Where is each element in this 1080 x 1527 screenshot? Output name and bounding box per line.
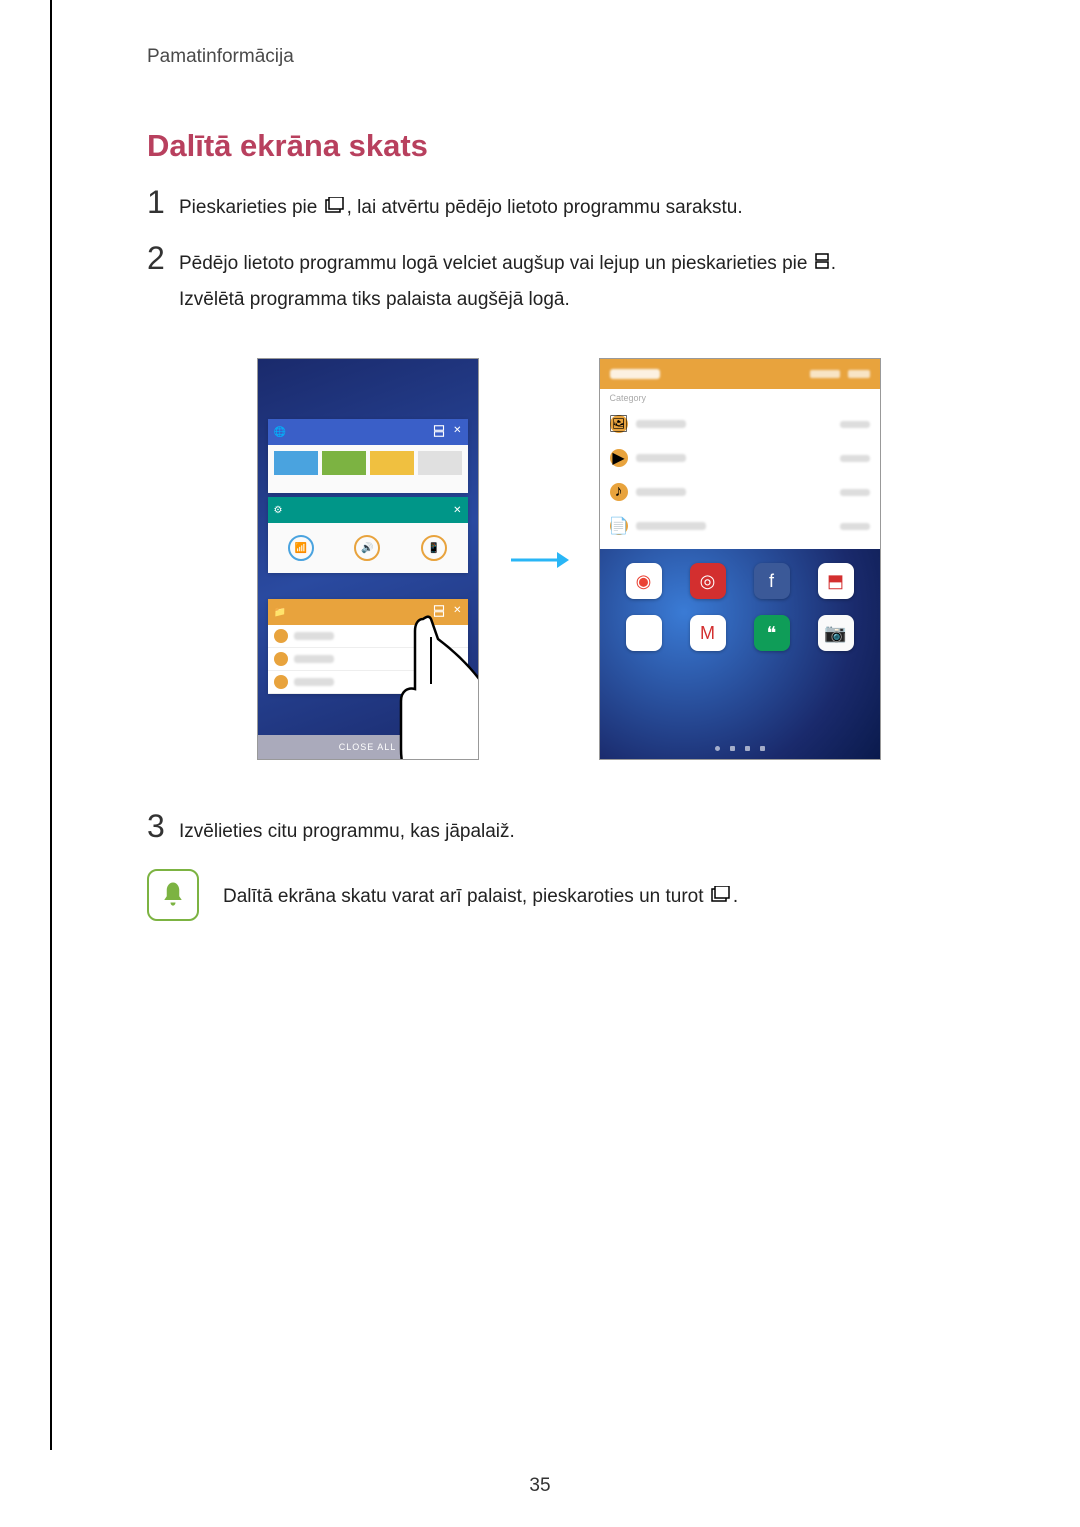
app-icon: ◎	[690, 563, 726, 599]
step-2-line1-prefix: Pēdējo lietoto programmu logā velciet au…	[179, 253, 813, 274]
figure-phone-split-view: Category 🖼 ▶ ♪ 📄 ◉ ◎ f ⬒ 🖼 M ❝ 📷	[599, 358, 881, 760]
step-number: 2	[147, 242, 179, 274]
step-1-suffix: , lai atvērtu pēdējo lietoto programmu s…	[347, 197, 743, 218]
sound-icon: 🔊	[354, 535, 380, 561]
video-icon: ▶	[610, 449, 628, 467]
app-icon: ⬒	[818, 563, 854, 599]
step-1: 1 Pieskarieties pie , lai atvērtu pēdējo…	[147, 186, 990, 226]
close-icon: ✕	[453, 425, 461, 440]
split-window-icon	[433, 425, 445, 440]
split-window-icon	[815, 246, 829, 282]
gmail-icon: M	[690, 615, 726, 651]
instagram-icon: 📷	[818, 615, 854, 651]
breadcrumb: Pamatinformācija	[147, 46, 990, 68]
step-number: 1	[147, 186, 179, 218]
image-icon: 🖼	[610, 415, 628, 433]
close-icon: ✕	[453, 505, 461, 516]
arrow-right-icon	[509, 537, 569, 582]
instruction-figure: 🌐 ✕ ⚙ ✕	[147, 358, 990, 760]
step-3: 3 Izvēlieties citu programmu, kas jāpala…	[147, 810, 990, 850]
chrome-icon: ◉	[626, 563, 662, 599]
folder-icon: 📁	[274, 607, 286, 618]
note-text: Dalītā ekrāna skatu varat arī palaist, p…	[223, 869, 738, 915]
recent-apps-icon	[325, 190, 345, 226]
step-text: Izvēlieties citu programmu, kas jāpalaiž…	[179, 810, 515, 850]
step-2-line2: Izvēlētā programma tiks palaista augšējā…	[179, 289, 570, 310]
step-2-line1-suffix: .	[831, 253, 836, 274]
category-label: Category	[600, 389, 880, 407]
page-number: 35	[0, 1475, 1080, 1497]
note-suffix: .	[733, 886, 738, 907]
gallery-icon: 🖼	[626, 615, 662, 651]
gear-icon: ⚙	[274, 505, 283, 516]
step-text: Pieskarieties pie , lai atvērtu pēdējo l…	[179, 186, 743, 226]
bell-icon	[147, 869, 199, 921]
step-text: Pēdējo lietoto programmu logā velciet au…	[179, 242, 836, 318]
tap-hand-icon	[383, 609, 479, 760]
globe-icon: 🌐	[274, 427, 286, 438]
section-title: Dalītā ekrāna skats	[147, 128, 990, 164]
recent-apps-icon	[711, 879, 731, 915]
hangouts-icon: ❝	[754, 615, 790, 651]
step-number: 3	[147, 810, 179, 842]
audio-icon: ♪	[610, 483, 628, 501]
note: Dalītā ekrāna skatu varat arī palaist, p…	[147, 869, 990, 921]
document-icon: 📄	[610, 517, 628, 535]
step-2: 2 Pēdējo lietoto programmu logā velciet …	[147, 242, 990, 318]
phone-icon: 📱	[421, 535, 447, 561]
step-1-prefix: Pieskarieties pie	[179, 197, 323, 218]
figure-phone-recent-apps: 🌐 ✕ ⚙ ✕	[257, 358, 479, 760]
note-prefix: Dalītā ekrāna skatu varat arī palaist, p…	[223, 886, 709, 907]
facebook-icon: f	[754, 563, 790, 599]
chart-icon: 📶	[288, 535, 314, 561]
